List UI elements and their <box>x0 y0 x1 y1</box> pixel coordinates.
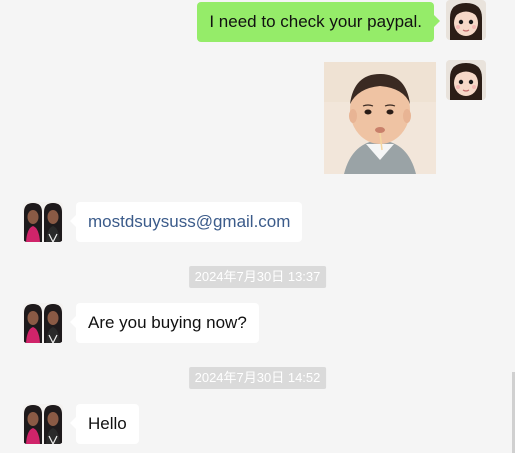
contact-avatar[interactable] <box>23 303 63 343</box>
self-avatar[interactable] <box>446 60 486 100</box>
contact-avatar-icon <box>23 202 63 242</box>
girl-avatar-icon <box>446 60 486 100</box>
message-bubble-self-paypal[interactable]: I need to check your paypal. <box>197 2 440 42</box>
email-text[interactable]: mostdsuysuss@gmail.com <box>88 212 290 231</box>
contact-avatar-icon <box>23 404 63 444</box>
chat-window: I need to check your paypal. mostdsuysus… <box>0 0 515 453</box>
message-bubble-other-hello[interactable]: Hello <box>70 404 139 444</box>
contact-avatar[interactable] <box>23 404 63 444</box>
message-text: I need to check your paypal. <box>209 12 422 31</box>
timestamp: 2024年7月30日 13:37 <box>188 266 327 288</box>
self-avatar[interactable] <box>446 0 486 40</box>
contact-avatar[interactable] <box>23 202 63 242</box>
message-text: Are you buying now? <box>88 313 247 332</box>
timestamp: 2024年7月30日 14:52 <box>188 367 327 389</box>
contact-avatar-icon <box>23 303 63 343</box>
message-text: Hello <box>88 414 127 433</box>
message-bubble-other-email[interactable]: mostdsuysuss@gmail.com <box>69 202 303 242</box>
message-bubble-other-buying[interactable]: Are you buying now? <box>70 303 259 343</box>
child-photo-image <box>324 62 436 174</box>
girl-avatar-icon <box>446 0 486 40</box>
message-image-child-photo[interactable] <box>324 62 436 174</box>
